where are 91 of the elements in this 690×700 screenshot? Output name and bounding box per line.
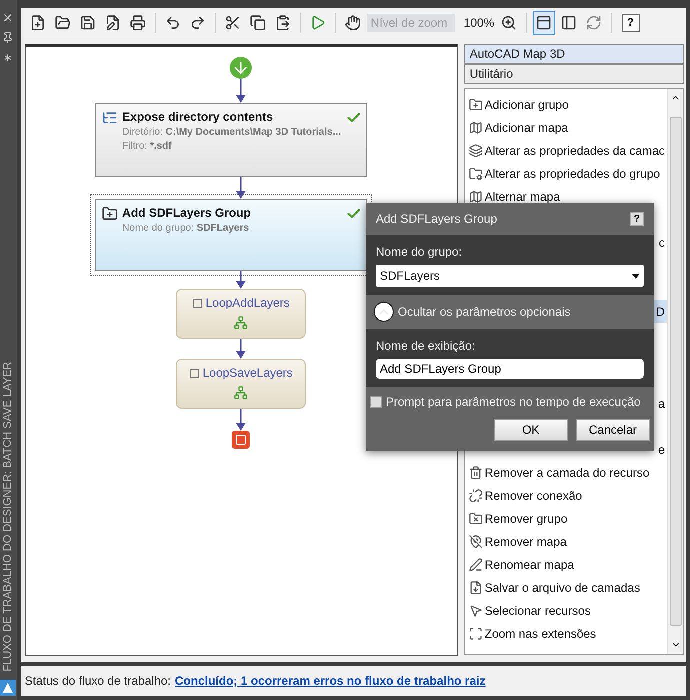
panel-icon <box>536 15 552 31</box>
palette-item[interactable]: Alterar as propriedades do grupo <box>464 162 667 185</box>
scrollbar[interactable] <box>667 89 683 654</box>
loop-node[interactable]: LoopSaveLayers <box>176 359 306 409</box>
layer-icon <box>468 144 483 158</box>
help-button[interactable]: ? <box>622 14 640 32</box>
zoom-reading: 100% <box>464 16 495 30</box>
connector-arrow <box>235 79 248 103</box>
activity-node[interactable]: Expose directory contents Diretório: C:\My Documents\Map 3D Tutorials... Filtro: *.sdf <box>95 103 368 177</box>
help-button[interactable]: ? <box>630 212 644 226</box>
zoom-icon <box>500 15 517 31</box>
view-toggle-button[interactable] <box>532 11 555 35</box>
palette-item[interactable]: Alternar mapa <box>464 185 667 208</box>
dropdown-icon <box>632 274 640 278</box>
field-label: Nome de exibição: <box>376 339 476 353</box>
pin-icon <box>2 32 14 44</box>
palette-item[interactable]: Remover grupo <box>464 507 667 530</box>
node-field: Filtro: *.sdf <box>122 141 342 152</box>
refresh-icon <box>586 15 602 31</box>
loop-node[interactable]: LoopAddLayers <box>176 289 306 339</box>
palette-item[interactable]: Renomear mapa <box>464 553 667 576</box>
cancel-button[interactable]: Cancelar <box>576 419 650 441</box>
paste-icon <box>274 15 291 31</box>
hand-icon <box>344 15 361 31</box>
palette-item[interactable]: Remover mapa <box>464 530 667 553</box>
folder-remove-icon <box>468 512 483 526</box>
trash-icon <box>468 466 483 480</box>
panel-icon <box>560 15 577 31</box>
undo-icon <box>164 15 181 31</box>
activity-icon <box>102 110 118 126</box>
expand-icon <box>190 368 199 378</box>
play-icon <box>310 15 326 31</box>
category-header[interactable]: Utilitário <box>464 64 684 84</box>
folder-add-icon <box>102 206 118 222</box>
palette-item[interactable]: Zoom nas extensões <box>464 622 667 645</box>
optional-params-toggle[interactable]: Ocultar os parâmetros opcionais <box>366 295 654 329</box>
zoom-extents-icon <box>468 626 483 640</box>
palette-item[interactable]: Selecionar recursos <box>464 599 667 622</box>
open-folder-icon <box>54 15 71 31</box>
node-field: Nome do grupo: SDFLayers <box>122 223 342 234</box>
chevron-icon <box>374 302 394 322</box>
palette-item[interactable]: Remover a camada do recurso <box>464 461 667 484</box>
palette-item[interactable]: Adicionar grupo <box>464 93 667 116</box>
connector-arrow <box>235 271 248 289</box>
palette-item[interactable]: Adicionar mapa <box>464 116 667 139</box>
loop-title: LoopAddLayers <box>192 296 290 310</box>
new-workflow-icon <box>30 15 46 31</box>
map-icon <box>468 190 483 204</box>
field-label: Nome do grupo: <box>376 245 464 259</box>
start-icon <box>230 57 252 79</box>
expand-icon <box>192 298 202 308</box>
scissors-icon <box>224 15 241 31</box>
dialog-title: Add SDFLayers Group <box>376 212 498 226</box>
stop-icon <box>232 431 250 449</box>
palette-header[interactable]: AutoCAD Map 3D <box>464 44 684 64</box>
loop-title: LoopSaveLayers <box>190 366 293 380</box>
save-icon <box>80 15 96 31</box>
pointer-icon <box>468 604 483 618</box>
node-title: Add SDFLayers Group <box>122 206 252 220</box>
logo-icon <box>0 680 16 696</box>
checkbox[interactable] <box>370 396 382 408</box>
pen-icon <box>468 558 483 572</box>
connector-arrow <box>235 409 248 431</box>
map-remove-icon <box>468 534 483 548</box>
network-icon <box>234 386 248 400</box>
zoom-field[interactable]: Nível de zoom <box>366 14 455 32</box>
file-download-icon <box>468 580 483 594</box>
folder-add-icon <box>468 98 483 112</box>
prompt-label: Prompt para parâmetros no tempo de execução <box>370 395 650 409</box>
network-icon <box>234 316 248 330</box>
connector-arrow <box>235 339 248 359</box>
panel-title: FLUXO DE TRABALHO DO DESIGNER: BATCH SAVE LAYER <box>2 362 14 672</box>
ok-button[interactable]: OK <box>494 419 568 441</box>
node-field: Diretório: C:\My Documents\Map 3D Tutorials... <box>122 127 342 138</box>
print-icon <box>130 15 146 31</box>
unlink-icon <box>468 488 483 502</box>
status-link[interactable]: Concluído; 1 ocorreram erros no fluxo de trabalho raiz <box>175 674 486 688</box>
palette-item[interactable]: Alterar as propriedades da camac <box>464 139 667 162</box>
edit-file-icon <box>104 15 121 31</box>
display-name-field[interactable]: Add SDFLayers Group <box>376 359 644 379</box>
copy-icon <box>250 15 266 31</box>
node-title: Expose directory contents <box>122 110 274 124</box>
connector-arrow <box>235 177 248 199</box>
palette-item[interactable]: Remover conexão <box>464 484 667 507</box>
palette-item[interactable]: Salvar o arquivo de camadas <box>464 576 667 599</box>
status-label: Status do fluxo de trabalho: <box>24 674 172 688</box>
folder-settings-icon <box>468 166 483 180</box>
map-add-icon <box>468 120 483 134</box>
close-icon <box>2 12 14 24</box>
group-select[interactable]: SDFLayers <box>376 265 644 287</box>
redo-icon <box>190 15 206 31</box>
